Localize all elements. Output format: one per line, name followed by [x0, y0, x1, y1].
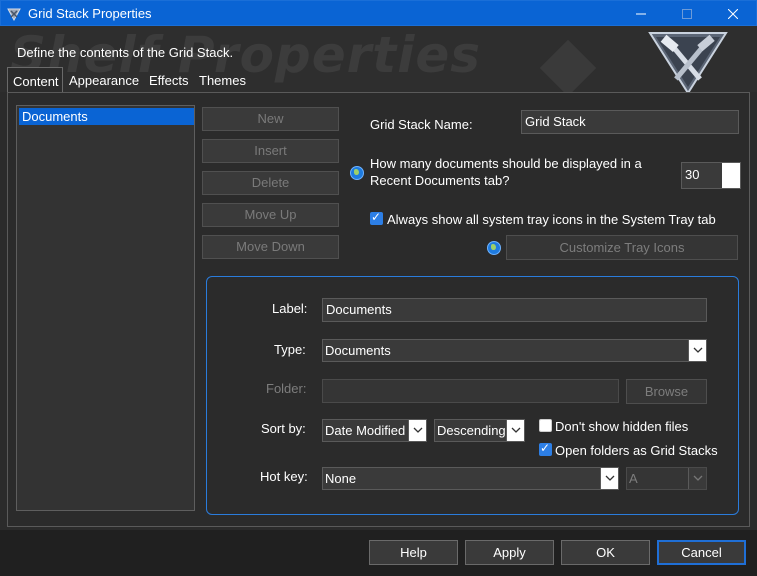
maximize-button[interactable]	[664, 1, 710, 27]
type-dropdown-arrow[interactable]	[688, 340, 706, 361]
hotkey-key-value: A	[629, 471, 638, 486]
item-label-input[interactable]: Documents	[322, 298, 707, 322]
open-folders-label: Open folders as Grid Stacks	[555, 443, 718, 458]
minimize-icon	[636, 13, 646, 15]
chevron-down-icon	[511, 427, 521, 433]
new-button[interactable]: New	[202, 107, 339, 131]
tray-icons-checkbox[interactable]	[370, 210, 383, 225]
browse-button[interactable]: Browse	[626, 379, 707, 404]
list-item[interactable]: Documents	[19, 108, 194, 125]
folder-input[interactable]	[322, 379, 619, 403]
hotkey-key-dropdown-arrow[interactable]	[688, 468, 706, 489]
spinner-arrows[interactable]	[722, 163, 740, 188]
title-bar: Grid Stack Properties	[0, 0, 757, 26]
label-caption: Label:	[272, 301, 308, 316]
chevron-down-icon	[605, 475, 615, 481]
chevron-down-icon	[693, 347, 703, 353]
customize-tray-icons-button[interactable]: Customize Tray Icons	[506, 235, 738, 260]
delete-button[interactable]: Delete	[202, 171, 339, 195]
sort-order-select[interactable]: Descending	[434, 419, 525, 442]
move-down-button[interactable]: Move Down	[202, 235, 339, 259]
insert-button[interactable]: Insert	[202, 139, 339, 163]
grid-stack-name-input[interactable]: Grid Stack	[521, 110, 739, 134]
hidden-files-label: Don't show hidden files	[555, 419, 689, 434]
tab-appearance[interactable]: Appearance	[64, 67, 144, 92]
move-up-button[interactable]: Move Up	[202, 203, 339, 227]
recent-count-value: 30	[685, 167, 700, 182]
recent-documents-question-line1: How many documents should be displayed i…	[370, 156, 642, 171]
close-button[interactable]	[710, 1, 756, 27]
apply-button[interactable]: Apply	[465, 540, 554, 565]
ok-button[interactable]: OK	[561, 540, 650, 565]
minimize-button[interactable]	[618, 1, 664, 27]
recent-count-spinner[interactable]: 30	[681, 162, 741, 189]
folder-caption: Folder:	[266, 381, 307, 396]
header-diamond-decoration	[539, 39, 597, 92]
help-button[interactable]: Help	[369, 540, 458, 565]
hotkey-modifier-value: None	[325, 471, 357, 486]
grid-stack-name-label: Grid Stack Name:	[370, 117, 473, 132]
hidden-files-checkbox[interactable]	[539, 419, 552, 432]
tab-effects[interactable]: Effects	[144, 67, 194, 92]
close-icon	[727, 8, 739, 20]
tab-content[interactable]: Content	[7, 67, 63, 93]
globe-info-icon	[487, 241, 501, 255]
recent-documents-question-line2: Recent Documents tab?	[370, 173, 510, 188]
header-description: Define the contents of the Grid Stack.	[17, 45, 234, 60]
hotkey-modifier-select[interactable]: None	[322, 467, 619, 490]
hotkey-modifier-dropdown-arrow[interactable]	[600, 468, 618, 489]
type-select-value: Documents	[325, 343, 391, 358]
tab-themes[interactable]: Themes	[194, 67, 251, 92]
sort-field-select[interactable]: Date Modified	[322, 419, 427, 442]
sort-by-caption: Sort by:	[261, 421, 306, 436]
open-folders-checkbox[interactable]	[539, 441, 552, 456]
sort-field-value: Date Modified	[325, 423, 406, 438]
sort-order-dropdown-arrow[interactable]	[506, 420, 524, 441]
cancel-button[interactable]: Cancel	[657, 540, 746, 565]
documents-list[interactable]: Documents	[16, 105, 195, 511]
tray-icons-checkbox-label: Always show all system tray icons in the…	[387, 212, 716, 227]
sort-order-value: Descending	[437, 423, 506, 438]
globe-info-icon	[350, 166, 364, 180]
tools-logo-icon	[648, 32, 728, 92]
hotkey-caption: Hot key:	[260, 469, 308, 484]
chevron-down-icon	[413, 427, 423, 433]
app-icon	[7, 8, 21, 21]
window-title: Grid Stack Properties	[28, 6, 152, 21]
hotkey-key-select[interactable]: A	[626, 467, 707, 490]
chevron-down-icon	[693, 475, 703, 481]
type-select[interactable]: Documents	[322, 339, 707, 362]
type-caption: Type:	[274, 342, 306, 357]
maximize-icon	[682, 9, 692, 19]
sort-field-dropdown-arrow[interactable]	[408, 420, 426, 441]
